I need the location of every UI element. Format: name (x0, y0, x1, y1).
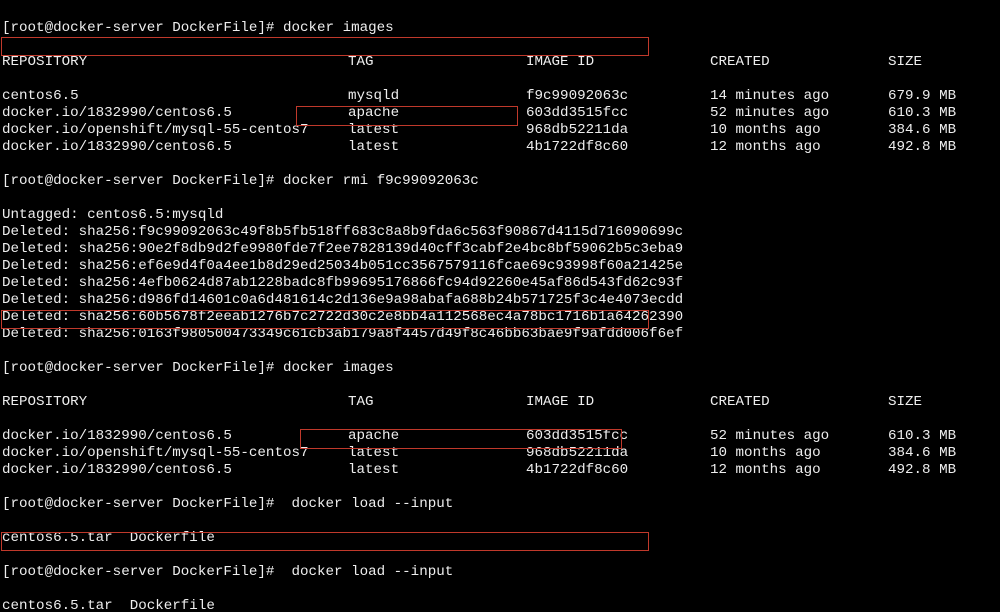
table-row: docker.io/1832990/centos6.5latest4b1722d… (2, 462, 998, 479)
prompt: [root@docker-server DockerFile]# (2, 496, 283, 512)
table-row: centos6.5mysqldf9c99092063c14 minutes ag… (2, 88, 998, 105)
table-header: REPOSITORYTAGIMAGE IDCREATEDSIZE (2, 394, 998, 411)
command-load: docker load --input (283, 496, 453, 512)
table-row: docker.io/openshift/mysql-55-centos7late… (2, 122, 998, 139)
table-row: docker.io/1832990/centos6.5apache603dd35… (2, 105, 998, 122)
table-row: docker.io/1832990/centos6.5apache603dd35… (2, 428, 998, 445)
prompt: [root@docker-server DockerFile]# (2, 173, 283, 189)
command-load: docker load --input (283, 564, 453, 580)
table-header: REPOSITORYTAGIMAGE IDCREATEDSIZE (2, 54, 998, 71)
table-row: docker.io/1832990/centos6.5latest4b1722d… (2, 139, 998, 156)
output-line: Deleted: sha256:ef6e9d4f0a4ee1b8d29ed250… (2, 258, 998, 275)
prompt: [root@docker-server DockerFile]# (2, 564, 283, 580)
command: docker images (283, 20, 394, 36)
command: docker images (283, 360, 394, 376)
output-line: Deleted: sha256:f9c99092063c49f8b5fb518f… (2, 224, 998, 241)
output-line: Deleted: sha256:90e2f8db9d2fe9980fde7f2e… (2, 241, 998, 258)
prompt: [root@docker-server DockerFile]# (2, 360, 283, 376)
output-line: Untagged: centos6.5:mysqld (2, 207, 998, 224)
output-line: Deleted: sha256:0163f980500473349c61cb3a… (2, 326, 998, 343)
output-line: Deleted: sha256:60b5678f2eeab1276b7c2722… (2, 309, 998, 326)
output-line: centos6.5.tar Dockerfile (2, 530, 998, 547)
table-row: docker.io/openshift/mysql-55-centos7late… (2, 445, 998, 462)
output-line: centos6.5.tar Dockerfile (2, 598, 998, 612)
prompt: [root@docker-server DockerFile]# (2, 20, 283, 36)
output-line: Deleted: sha256:4efb0624d87ab1228badc8fb… (2, 275, 998, 292)
command-rmi: docker rmi f9c99092063c (283, 173, 479, 189)
terminal-output[interactable]: [root@docker-server DockerFile]# docker … (0, 0, 1000, 612)
output-line: Deleted: sha256:d986fd14601c0a6d481614c2… (2, 292, 998, 309)
